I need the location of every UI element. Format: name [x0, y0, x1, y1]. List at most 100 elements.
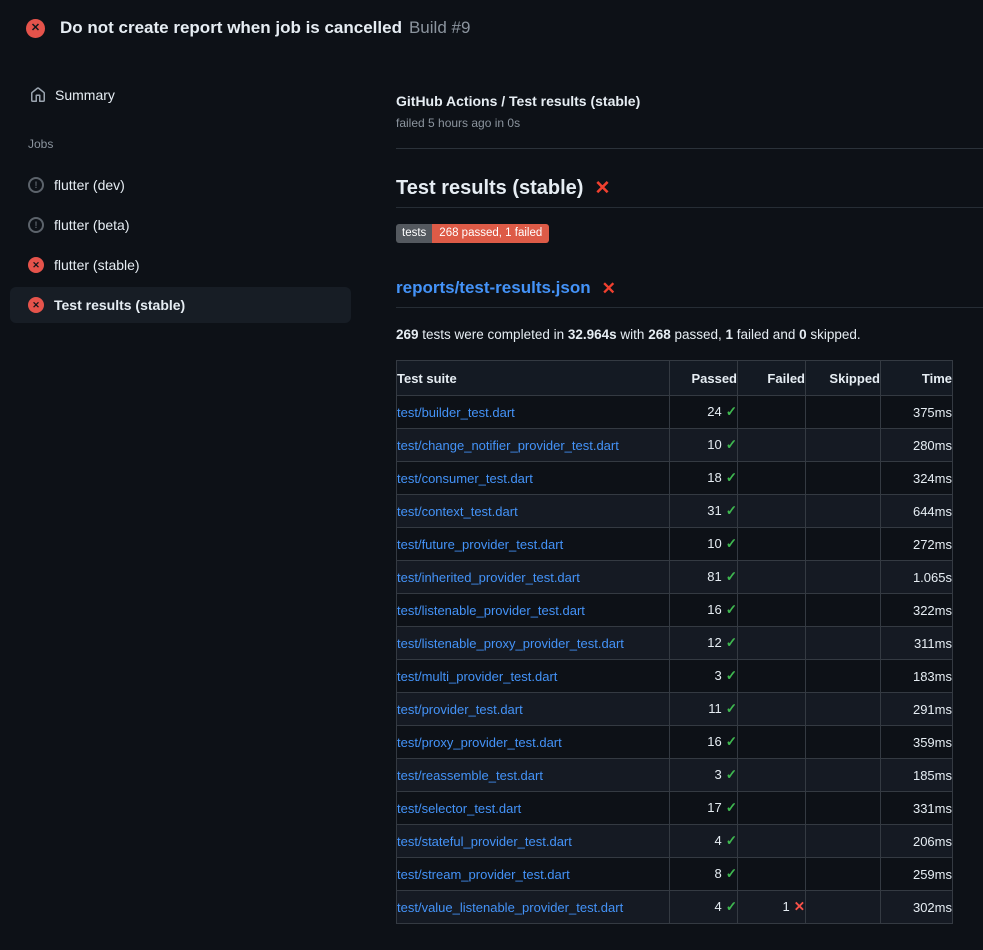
- test-suite-link[interactable]: test/proxy_provider_test.dart: [397, 735, 562, 750]
- count-value: 24: [707, 404, 721, 419]
- test-suite-link[interactable]: test/listenable_provider_test.dart: [397, 603, 585, 618]
- failed-cell: [738, 495, 806, 528]
- summary-segment: 1: [726, 327, 734, 342]
- skipped-cell: [806, 462, 881, 495]
- build-number: Build #9: [409, 18, 470, 37]
- count-value: 18: [707, 470, 721, 485]
- test-suite-link[interactable]: test/reassemble_test.dart: [397, 768, 543, 783]
- time-cell: 324ms: [881, 462, 953, 495]
- failed-cell: [738, 792, 806, 825]
- table-row: test/builder_test.dart 24 ✓ 375ms: [397, 396, 953, 429]
- failed-cell: [738, 594, 806, 627]
- test-suite-link[interactable]: test/context_test.dart: [397, 504, 518, 519]
- summary-segment: failed and: [733, 327, 799, 342]
- sidebar-item-flutter-beta[interactable]: ! flutter (beta): [10, 205, 351, 245]
- test-suite-link[interactable]: test/value_listenable_provider_test.dart: [397, 900, 623, 915]
- sidebar-item-test-results-stable[interactable]: ✕ Test results (stable): [10, 287, 351, 323]
- count-value: 4: [714, 833, 721, 848]
- check-icon: ✓: [726, 470, 737, 485]
- test-suite-cell: test/inherited_provider_test.dart: [397, 561, 670, 594]
- count-value: 11: [708, 701, 722, 716]
- column-header-passed: Passed: [670, 361, 738, 396]
- count-value: 3: [714, 767, 721, 782]
- skipped-cell: [806, 594, 881, 627]
- failed-cell: [738, 660, 806, 693]
- job-label: flutter (beta): [54, 217, 129, 233]
- test-suite-link[interactable]: test/inherited_provider_test.dart: [397, 570, 580, 585]
- test-suite-cell: test/context_test.dart: [397, 495, 670, 528]
- failed-cell: [738, 561, 806, 594]
- check-icon: ✓: [726, 404, 737, 419]
- time-cell: 644ms: [881, 495, 953, 528]
- test-suite-cell: test/listenable_provider_test.dart: [397, 594, 670, 627]
- count-value: 4: [714, 899, 721, 914]
- table-row: test/context_test.dart31✓644ms: [397, 495, 953, 528]
- time-cell: 259ms: [881, 858, 953, 891]
- divider: [396, 148, 983, 149]
- check-icon: ✓: [726, 734, 737, 749]
- test-suite-link[interactable]: test/stateful_provider_test.dart: [397, 834, 572, 849]
- failed-status-icon: ✕: [28, 257, 44, 273]
- test-suite-link[interactable]: test/listenable_proxy_provider_test.dart: [397, 636, 624, 651]
- table-row: test/selector_test.dart 17✓ 331ms: [397, 792, 953, 825]
- sidebar-item-flutter-stable[interactable]: ✕ flutter (stable): [10, 245, 351, 285]
- skipped-cell: [806, 759, 881, 792]
- passed-cell: 4✓: [670, 825, 738, 858]
- skipped-cell: [806, 858, 881, 891]
- test-suite-link[interactable]: test/change_notifier_provider_test.dart: [397, 438, 619, 453]
- test-suite-cell: test/consumer_test.dart: [397, 462, 670, 495]
- skipped-cell: [806, 693, 881, 726]
- sidebar-item-summary[interactable]: Summary: [0, 86, 383, 104]
- failed-cell: [738, 759, 806, 792]
- table-row: test/proxy_provider_test.dart16✓359ms: [397, 726, 953, 759]
- tests-badge: tests 268 passed, 1 failed: [396, 224, 549, 243]
- passed-cell: 3✓: [670, 660, 738, 693]
- test-suite-link[interactable]: test/future_provider_test.dart: [397, 537, 563, 552]
- test-suite-link[interactable]: test/multi_provider_test.dart: [397, 669, 557, 684]
- failed-cell: [738, 396, 806, 429]
- test-suite-link[interactable]: test/consumer_test.dart: [397, 471, 533, 486]
- sidebar-item-flutter-dev[interactable]: ! flutter (dev): [10, 165, 351, 205]
- home-icon: [30, 87, 46, 103]
- time-cell: 375ms: [881, 396, 953, 429]
- summary-segment: with: [617, 327, 649, 342]
- count-value: 31: [707, 503, 721, 518]
- test-suite-link[interactable]: test/stream_provider_test.dart: [397, 867, 570, 882]
- test-suite-link[interactable]: test/builder_test.dart: [397, 405, 515, 420]
- test-suite-cell: test/multi_provider_test.dart: [397, 660, 670, 693]
- main-content: GitHub Actions / Test results (stable) f…: [383, 56, 983, 950]
- check-icon: ✓: [726, 536, 737, 551]
- time-cell: 302ms: [881, 891, 953, 924]
- time-cell: 331ms: [881, 792, 953, 825]
- report-file-link[interactable]: reports/test-results.json: [396, 277, 591, 299]
- test-suite-cell: test/listenable_proxy_provider_test.dart: [397, 627, 670, 660]
- skipped-cell: [806, 825, 881, 858]
- time-cell: 322ms: [881, 594, 953, 627]
- check-icon: ✓: [726, 800, 737, 815]
- jobs-heading: Jobs: [28, 137, 383, 151]
- time-cell: 206ms: [881, 825, 953, 858]
- table-row: test/value_listenable_provider_test.dart…: [397, 891, 953, 924]
- skipped-cell: [806, 792, 881, 825]
- check-icon: ✓: [726, 569, 737, 584]
- count-value: 81: [707, 569, 721, 584]
- table-row: test/inherited_provider_test.dart81✓1.06…: [397, 561, 953, 594]
- passed-cell: 17✓: [670, 792, 738, 825]
- passed-cell: 11✓: [670, 693, 738, 726]
- test-suite-link[interactable]: test/provider_test.dart: [397, 702, 523, 717]
- test-results-table: Test suite Passed Failed Skipped Time te…: [396, 360, 953, 924]
- passed-cell: 81 ✓: [670, 561, 738, 594]
- failed-cell: [738, 429, 806, 462]
- test-suite-link[interactable]: test/selector_test.dart: [397, 801, 521, 816]
- passed-cell: 24 ✓: [670, 396, 738, 429]
- table-row: test/change_notifier_provider_test.dart1…: [397, 429, 953, 462]
- count-value: 3: [714, 668, 721, 683]
- failed-cell: [738, 528, 806, 561]
- check-icon: ✓: [726, 668, 737, 683]
- section-heading: Test results (stable) ✕: [396, 175, 983, 208]
- count-value: 16: [707, 734, 721, 749]
- job-label: flutter (dev): [54, 177, 125, 193]
- column-header-test-suite: Test suite: [397, 361, 670, 396]
- section-title: Test results (stable): [396, 175, 583, 201]
- check-icon: ✓: [726, 866, 737, 881]
